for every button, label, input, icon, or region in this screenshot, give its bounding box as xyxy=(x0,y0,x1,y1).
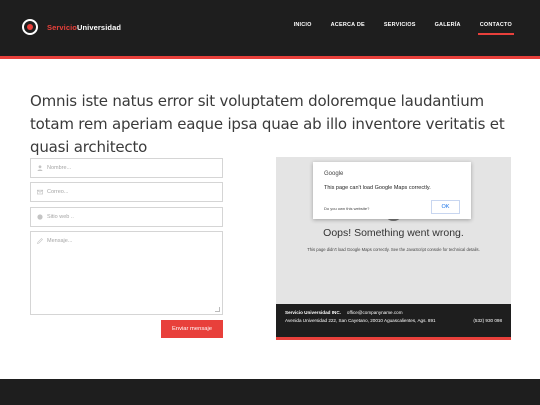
logo-text-part2: Universidad xyxy=(76,22,122,32)
site-footer xyxy=(0,379,540,405)
resize-handle[interactable] xyxy=(215,307,220,312)
main-nav: INICIO ACERCA DE SERVICIOS GALERÍA CONTA… xyxy=(275,22,515,35)
nav-item-acerca-de[interactable]: ACERCA DE xyxy=(331,22,365,35)
map-error-details: This page didn't load Google Maps correc… xyxy=(307,247,480,252)
logo-text-part1: Servicio xyxy=(47,22,77,32)
nav-item-inicio[interactable]: INICIO xyxy=(294,22,312,35)
dialog-title: Google xyxy=(324,171,344,177)
globe-icon xyxy=(37,214,43,220)
contact-email[interactable]: office@companyname.com xyxy=(347,310,403,315)
logo[interactable]: ServicioUniversidad xyxy=(22,19,121,35)
dialog-message: This page can't load Google Maps correct… xyxy=(324,185,431,191)
contact-info-bar: Servicio Universidad INC. office@companyn… xyxy=(276,304,511,337)
user-icon xyxy=(37,165,43,171)
nav-item-servicios[interactable]: SERVICIOS xyxy=(384,22,416,35)
message-field[interactable]: Mensaje... xyxy=(30,231,223,315)
dialog-ok-button[interactable]: OK xyxy=(431,200,460,214)
website-placeholder: Sitio web .. xyxy=(47,214,74,220)
map-error-dialog: Google This page can't load Google Maps … xyxy=(313,162,471,219)
nav-item-galeria[interactable]: GALERÍA xyxy=(435,22,461,35)
email-placeholder: Correo... xyxy=(47,189,69,195)
intro-text: Omnis iste natus error sit voluptatem do… xyxy=(30,92,505,156)
dialog-own-site-link[interactable]: Do you own this website? xyxy=(324,206,369,211)
pencil-icon xyxy=(37,238,43,244)
name-placeholder: Nombre... xyxy=(47,165,72,171)
website-field[interactable]: Sitio web .. xyxy=(30,207,223,227)
map-accent-bar xyxy=(276,337,511,340)
nav-item-contacto[interactable]: CONTACTO xyxy=(477,22,515,35)
envelope-icon xyxy=(36,189,44,195)
logo-text: ServicioUniversidad xyxy=(47,23,121,32)
header-accent-bar xyxy=(0,56,540,59)
contact-phone: (532) 930 098 xyxy=(473,318,502,323)
email-field[interactable]: Correo... xyxy=(30,182,223,202)
site-header: ServicioUniversidad INICIO ACERCA DE SER… xyxy=(0,0,540,56)
company-name: Servicio Universidad INC. xyxy=(285,310,341,315)
name-field[interactable]: Nombre... xyxy=(30,158,223,178)
map-error-heading: Oops! Something went wrong. xyxy=(323,227,464,239)
logo-icon xyxy=(22,19,38,35)
message-placeholder: Mensaje... xyxy=(47,238,73,244)
contact-address: Avenida Universidad 222, San Cayetano, 2… xyxy=(285,318,436,323)
send-message-button[interactable]: Enviar mensaje xyxy=(161,320,223,338)
map-embed[interactable]: Google This page can't load Google Maps … xyxy=(276,157,511,340)
